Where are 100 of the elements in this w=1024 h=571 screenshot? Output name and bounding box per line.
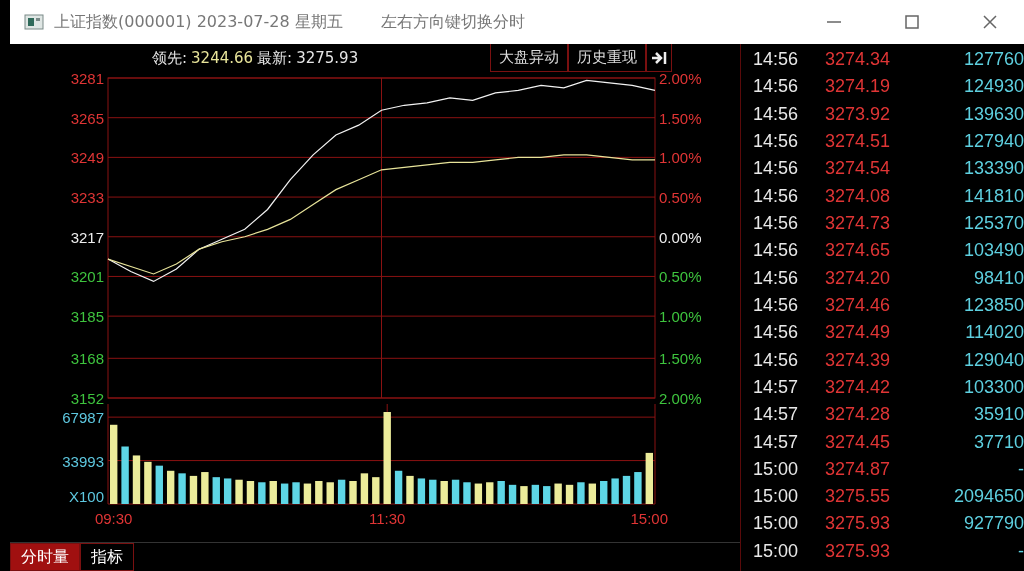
price-cell-text: 3274.49 [825, 322, 892, 344]
axis-label: X100 [68, 488, 104, 505]
time-cell-text: 14:57 [753, 431, 800, 453]
time-cell-text: 14:56 [753, 131, 800, 153]
axis-label: 3185 [70, 308, 104, 326]
price-cell-text: 3274.34 [825, 49, 892, 71]
minimize-icon [827, 21, 841, 23]
percent-label: 1.50% [659, 350, 702, 368]
volume-bar [600, 481, 608, 504]
time-cell-text: 14:56 [753, 294, 800, 316]
volume-bar [417, 478, 426, 504]
time-cell-text: 14:56 [753, 158, 800, 180]
volume-cell-text: 139630 [962, 103, 1024, 125]
time-label: 15:00 [630, 510, 669, 527]
time-label: 11:30 [369, 510, 406, 527]
arrow-to-bar-icon [651, 50, 667, 65]
volume-bar [121, 446, 129, 504]
time-cell-text: 14:57 [753, 376, 800, 398]
volume-bar [622, 475, 631, 504]
price-cell-text: 3274.51 [825, 131, 892, 153]
percent-label: 1.50% [659, 109, 702, 127]
volume-bar [554, 483, 562, 504]
percent-label: 0.50% [659, 268, 702, 286]
volume-cell-text: 129040 [962, 349, 1024, 371]
axis-label: 3233 [70, 189, 104, 207]
volume-bar [155, 465, 163, 504]
tab[interactable]: 分时量 [10, 543, 80, 571]
volume-cell-text: - [1017, 540, 1024, 562]
time-cell-text: 14:56 [753, 103, 800, 125]
volume-cell-text: 103300 [962, 376, 1024, 398]
price-cell-text: 3274.46 [825, 294, 892, 316]
axis-label: 3201 [70, 268, 104, 286]
maximize-icon [904, 14, 920, 30]
price-cell-text: 3273.92 [825, 103, 892, 125]
volume-bar [212, 477, 220, 504]
volume-bar [235, 479, 243, 504]
time-label: 09:30 [94, 510, 133, 527]
volume-bar [440, 481, 448, 504]
lead-value: 3244.66 [191, 48, 254, 68]
volume-bar [326, 482, 334, 504]
price-cell-text: 3275.93 [825, 540, 892, 562]
volume-bar [565, 484, 574, 504]
tab[interactable]: 指标 [80, 543, 134, 571]
latest-value: 3275.93 [296, 48, 359, 68]
volume-bar [451, 479, 460, 504]
hint-text: 左右方向键切换分时 [380, 11, 526, 33]
volume-bar [223, 478, 232, 504]
volume-bar [645, 452, 653, 504]
volume-bar [246, 481, 255, 504]
time-cell-text: 14:56 [753, 240, 800, 262]
time-cell-text: 14:56 [753, 322, 800, 344]
volume-cell-text: 127940 [962, 131, 1024, 153]
price-cell-text: 3274.54 [825, 158, 892, 180]
volume-cell-text: 103490 [962, 240, 1024, 262]
expand-button[interactable] [646, 44, 672, 72]
price-cell-text: 3274.42 [825, 376, 892, 398]
toolbar-button[interactable]: 历史重现 [568, 44, 646, 72]
price-cell-text: 3274.28 [825, 404, 892, 426]
volume-bar [167, 470, 175, 504]
lead-label: 领先: [152, 48, 188, 68]
volume-bar [429, 479, 437, 504]
volume-cell-text: 927790 [962, 513, 1024, 535]
volume-bar [189, 475, 198, 504]
percent-label: 1.00% [659, 308, 702, 326]
axis-label: 67987 [62, 409, 104, 427]
percent-label: 2.00% [659, 390, 702, 404]
volume-bar [543, 486, 551, 504]
volume-bar [280, 483, 289, 504]
volume-bar [178, 473, 186, 504]
time-cell-text: 14:57 [753, 404, 800, 426]
volume-bar [337, 479, 346, 504]
price-cell-text: 3274.20 [825, 267, 892, 289]
volume-cell-text: 114020 [964, 322, 1024, 344]
latest-label: 最新: [257, 48, 293, 68]
percent-label: 0.00% [659, 228, 702, 246]
volume-cell-text: 98410 [972, 267, 1024, 289]
volume-bar [269, 481, 277, 504]
time-cell-text: 14:56 [753, 213, 800, 235]
percent-label: 0.50% [659, 189, 702, 207]
time-cell-text: 14:56 [753, 267, 800, 289]
volume-bar [588, 483, 596, 504]
volume-bar [406, 475, 414, 504]
price-cell-text: 3274.19 [825, 76, 892, 98]
time-cell-text: 15:00 [753, 513, 800, 535]
volume-cell-text: 37710 [972, 431, 1024, 453]
volume-bar [508, 484, 517, 504]
volume-bar [486, 482, 494, 504]
volume-cell-text: 123850 [962, 294, 1024, 316]
price-cell-text: 3274.45 [825, 431, 892, 453]
toolbar-button[interactable]: 大盘异动 [490, 44, 568, 72]
axis-label: 3152 [70, 390, 104, 404]
volume-bar [611, 478, 619, 504]
volume-cell-text: 133390 [962, 158, 1024, 180]
price-cell-text: 3274.08 [825, 185, 892, 207]
price-cell-text: 3274.73 [825, 213, 892, 235]
volume-bar [144, 461, 152, 504]
volume-bar [577, 482, 585, 504]
volume-bar [372, 477, 380, 504]
app-icon [24, 14, 44, 30]
volume-bar [360, 473, 369, 504]
